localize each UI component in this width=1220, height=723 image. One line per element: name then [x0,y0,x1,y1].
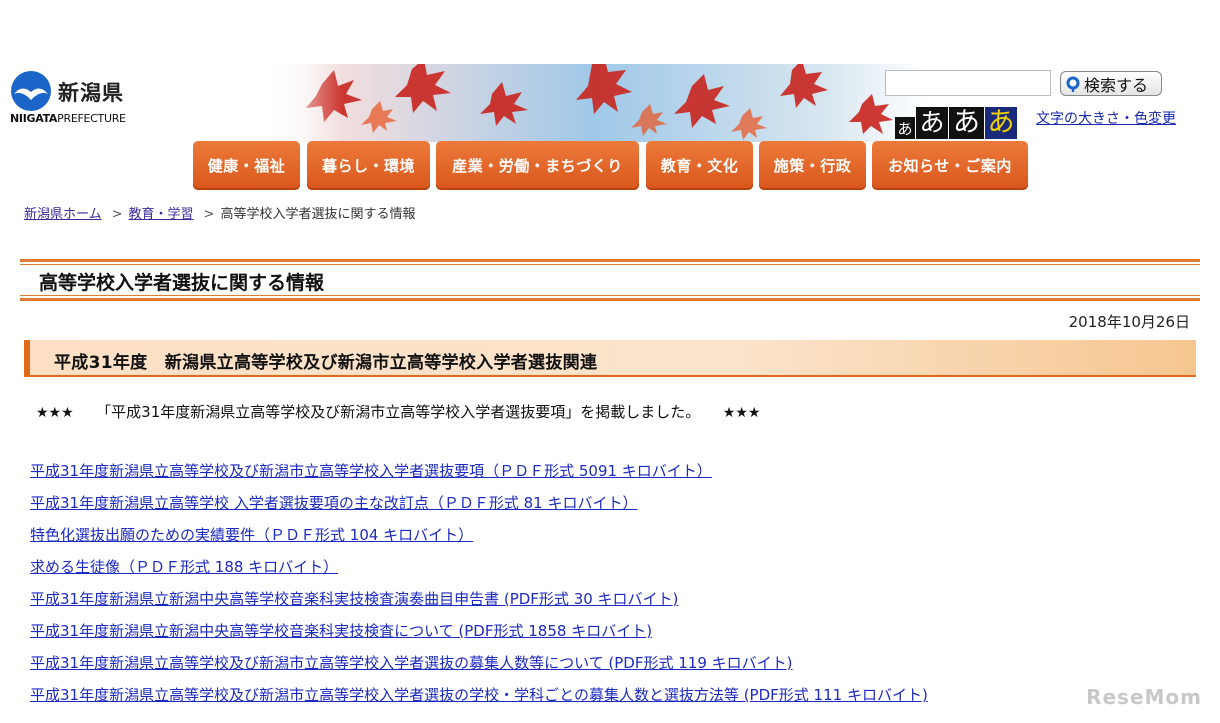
nav-industry-labor[interactable]: 産業・労働・まちづくり [436,141,639,190]
nav-living-environment[interactable]: 暮らし・環境 [307,141,430,190]
page-title-box: 高等学校入学者選抜に関する情報 [20,259,1200,301]
pdf-link-selection-methods[interactable]: 平成31年度新潟県立高等学校及び新潟市立高等学校入学者選抜の学校・学科ごとの募集… [30,684,928,705]
niigata-emblem-icon [11,71,51,111]
breadcrumb-home-link[interactable]: 新潟県ホーム [24,207,102,222]
breadcrumb-separator: > [111,207,123,222]
page-title: 高等学校入学者選抜に関する情報 [39,272,325,294]
font-size-switcher: あ あ あ あ [895,107,1018,139]
watermark-logo: ReseMom [1086,685,1202,709]
nav-education-culture[interactable]: 教育・文化 [646,141,753,190]
header-banner-image [262,64,927,142]
breadcrumb: 新潟県ホーム > 教育・学習 > 高等学校入学者選抜に関する情報 [24,203,415,222]
pdf-link-enrollment-numbers[interactable]: 平成31年度新潟県立高等学校及び新潟市立高等学校入学者選抜の募集人数等について … [30,652,793,673]
breadcrumb-current: 高等学校入学者選抜に関する情報 [220,207,416,222]
breadcrumb-separator: > [203,207,215,222]
breadcrumb-education-link[interactable]: 教育・学習 [129,207,194,222]
pdf-link-music-exam-info[interactable]: 平成31年度新潟県立新潟中央高等学校音楽科実技検査について (PDF形式 185… [30,620,652,641]
nav-news-info[interactable]: お知らせ・ご案内 [872,141,1028,190]
notice-body: 「平成31年度新潟県立高等学校及び新潟市立高等学校入学者選抜要項」を掲載しました… [103,403,693,421]
search-icon [1066,76,1080,92]
search-button-label: 検索する [1084,75,1149,95]
section-heading-text: 平成31年度 新潟県立高等学校及び新潟市立高等学校入学者選抜関連 [54,353,598,373]
font-size-large-button[interactable]: あ [949,107,984,139]
font-size-small-button[interactable]: あ [895,117,915,139]
pdf-link-desired-student[interactable]: 求める生徒像（ＰＤＦ形式 188 キロバイト） [30,556,338,577]
pdf-link-music-piece-form[interactable]: 平成31年度新潟県立新潟中央高等学校音楽科実技検査演奏曲目申告書 (PDF形式 … [30,588,678,609]
search-button[interactable]: 検索する [1060,71,1162,96]
nav-policy-administration[interactable]: 施策・行政 [759,141,866,190]
notice-stars: ★★★ [722,405,761,421]
logo-text-en: NIIGATAPREFECTURE [10,112,126,125]
pdf-link-revision-points[interactable]: 平成31年度新潟県立高等学校 入学者選抜要項の主な改訂点（ＰＤＦ形式 81 キロ… [30,492,637,513]
notice-stars: ★★★ [36,405,74,421]
search-input[interactable] [885,70,1051,96]
pdf-link-selection-guidelines[interactable]: 平成31年度新潟県立高等学校及び新潟市立高等学校入学者選抜要項（ＰＤＦ形式 50… [30,460,712,481]
nav-health-welfare[interactable]: 健康・福祉 [193,141,300,190]
section-heading: 平成31年度 新潟県立高等学校及び新潟市立高等学校入学者選抜関連 [24,340,1196,377]
site-logo[interactable]: 新潟県 NIIGATAPREFECTURE [10,68,140,128]
update-date: 2018年10月26日 [1068,313,1190,331]
font-size-medium-button[interactable]: あ [916,107,948,139]
font-color-settings-link[interactable]: 文字の大きさ・色変更 [1036,108,1176,128]
color-contrast-button[interactable]: あ [985,107,1017,139]
pdf-link-achievement-requirements[interactable]: 特色化選抜出願のための実績要件（ＰＤＦ形式 104 キロバイト） [30,524,473,545]
logo-text-jp: 新潟県 [58,81,124,105]
notice-text: ★★★ 「平成31年度新潟県立高等学校及び新潟市立高等学校入学者選抜要項」を掲載… [36,401,760,422]
